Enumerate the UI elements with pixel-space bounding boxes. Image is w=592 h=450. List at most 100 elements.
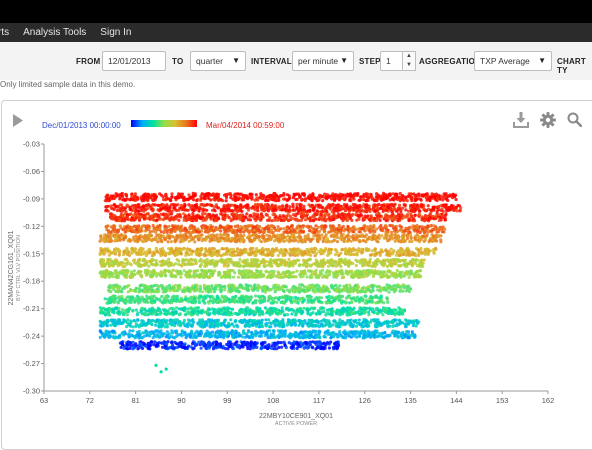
- scatter-point: [400, 238, 404, 243]
- scatter-point: [320, 233, 324, 237]
- scatter-point: [164, 193, 168, 197]
- scatter-point: [310, 247, 314, 251]
- scatter-point: [205, 215, 209, 219]
- scatter-point: [205, 203, 209, 207]
- scatter-point: [436, 196, 440, 200]
- scatter-point: [150, 262, 154, 266]
- scatter-point: [377, 202, 381, 207]
- scatter-point: [436, 207, 440, 212]
- scatter-point: [297, 247, 301, 251]
- scatter-point: [379, 228, 383, 232]
- scatter-plot[interactable]: -0.03-0.06-0.09-0.12-0.15-0.18-0.21-0.24…: [0, 0, 592, 444]
- scatter-point: [393, 275, 397, 279]
- scatter-point: [136, 209, 140, 213]
- scatter-point: [320, 215, 324, 219]
- scatter-point: [314, 234, 318, 238]
- scatter-point: [306, 233, 310, 237]
- scatter-point: [176, 195, 180, 200]
- scatter-point: [207, 248, 211, 252]
- scatter-point: [246, 224, 250, 228]
- scatter-point: [151, 223, 155, 228]
- scatter-point: [405, 236, 410, 241]
- scatter-point: [371, 274, 375, 278]
- scatter-point: [348, 208, 352, 212]
- scatter-point: [394, 192, 398, 196]
- scatter-point: [349, 261, 353, 265]
- scatter-point: [129, 212, 133, 216]
- scatter-point: [359, 213, 363, 218]
- scatter-point: [295, 250, 299, 254]
- scatter-point: [148, 230, 152, 234]
- scatter-point: [182, 212, 186, 216]
- scatter-point: [315, 209, 319, 213]
- scatter-point: [151, 218, 155, 222]
- scatter-point: [333, 206, 338, 210]
- scatter-point: [255, 269, 259, 273]
- scatter-point: [225, 252, 229, 256]
- scatter-point: [122, 270, 126, 275]
- scatter-point: [167, 224, 171, 229]
- scatter-point: [244, 249, 248, 253]
- scatter-point: [267, 275, 271, 279]
- scatter-point: [258, 225, 262, 229]
- scatter-point: [454, 205, 458, 210]
- scatter-point: [420, 227, 425, 231]
- scatter-point: [387, 234, 391, 238]
- scatter-point: [394, 259, 398, 263]
- scatter-point: [214, 264, 218, 268]
- scatter-point: [223, 233, 227, 237]
- scatter-point: [121, 198, 125, 202]
- scatter-point: [118, 224, 122, 228]
- scatter-point: [161, 195, 165, 199]
- scatter-point: [257, 217, 261, 221]
- scatter-point: [389, 252, 393, 256]
- scatter-point: [403, 271, 407, 276]
- scatter-point: [183, 227, 187, 231]
- scatter-point: [203, 259, 207, 263]
- scatter-point: [187, 193, 191, 197]
- scatter-point: [374, 271, 378, 275]
- scatter-point: [406, 209, 411, 213]
- scatter-point: [276, 263, 281, 267]
- scatter-point: [346, 224, 350, 229]
- scatter-point: [265, 233, 269, 237]
- scatter-point: [142, 216, 146, 220]
- scatter-point: [127, 250, 131, 254]
- scatter-point: [256, 206, 260, 210]
- scatter-point: [352, 236, 356, 240]
- scatter-point: [314, 217, 318, 221]
- scatter-point: [108, 249, 112, 253]
- scatter-point: [262, 195, 266, 199]
- scatter-point: [348, 228, 353, 232]
- scatter-point: [159, 274, 163, 278]
- scatter-point: [357, 209, 361, 213]
- scatter-point: [358, 230, 362, 234]
- scatter-point: [129, 272, 133, 276]
- scatter-point: [107, 253, 111, 257]
- scatter-point: [236, 233, 240, 238]
- scatter-point: [287, 272, 292, 276]
- scatter-point: [420, 251, 424, 256]
- scatter-point: [428, 212, 433, 216]
- scatter-point: [158, 247, 162, 251]
- scatter-point: [280, 208, 284, 212]
- scatter-point: [217, 198, 221, 202]
- scatter-point: [317, 198, 321, 202]
- scatter-point: [294, 275, 298, 279]
- scatter-point: [173, 206, 177, 210]
- scatter-point: [168, 217, 172, 221]
- scatter-point: [301, 230, 305, 234]
- scatter-point: [402, 199, 406, 203]
- scatter-point: [235, 204, 239, 208]
- scatter-point: [379, 224, 383, 228]
- scatter-point: [274, 238, 278, 242]
- scatter-point: [138, 264, 142, 268]
- scatter-point: [178, 240, 182, 244]
- scatter-point: [444, 213, 448, 217]
- scatter-point: [267, 234, 271, 238]
- scatter-point: [305, 224, 309, 229]
- scatter-point: [354, 263, 358, 268]
- scatter-point: [125, 215, 129, 219]
- scatter-point: [225, 207, 229, 211]
- scatter-point: [412, 192, 416, 196]
